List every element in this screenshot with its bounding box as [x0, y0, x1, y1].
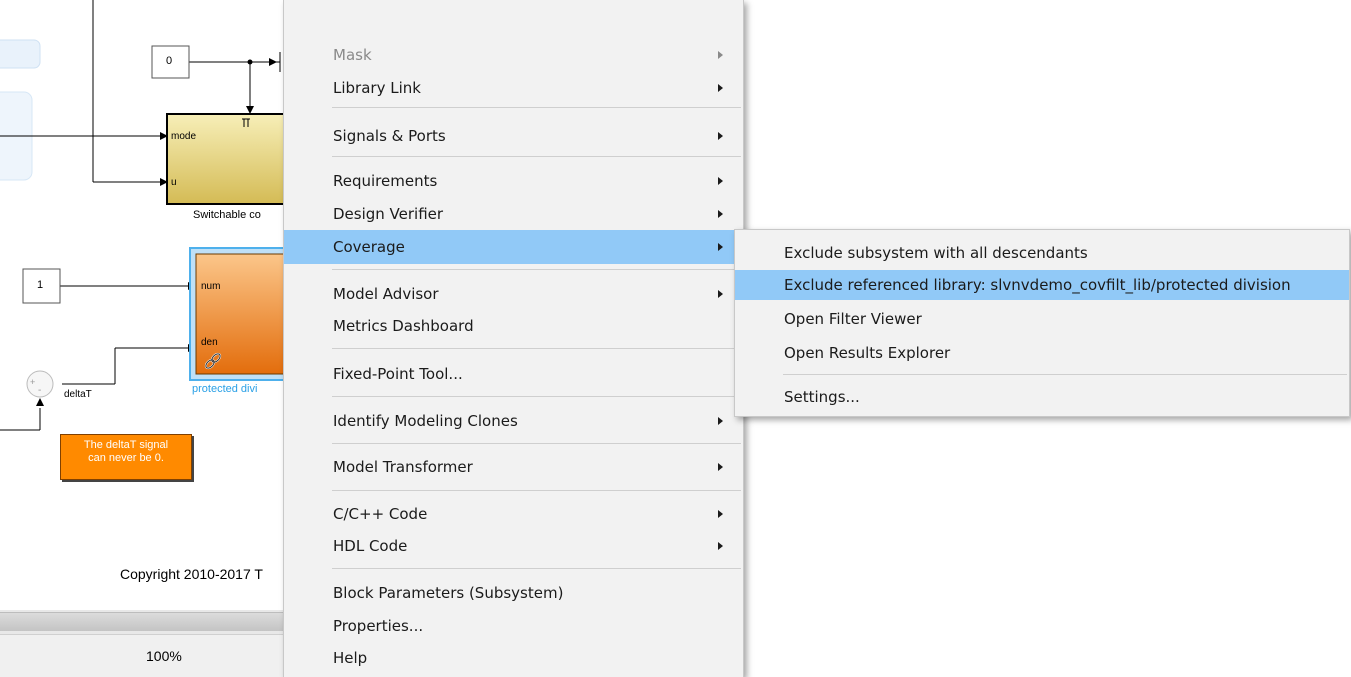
- menu-item-label: Open Filter Viewer: [784, 310, 922, 328]
- menu-item-label: Coverage: [333, 238, 405, 256]
- menu-separator: [332, 396, 741, 397]
- menu-item-label: Exclude subsystem with all descendants: [784, 244, 1088, 262]
- submenu-arrow-icon: [718, 84, 723, 92]
- submenu-arrow-icon: [718, 243, 723, 251]
- submenu-arrow-icon: [718, 542, 723, 550]
- menu-item-label: Mask: [333, 46, 372, 64]
- submenu-item-open-filter-viewer[interactable]: Open Filter Viewer: [735, 304, 1349, 334]
- submenu-arrow-icon: [718, 290, 723, 298]
- submenu-arrow-icon: [718, 463, 723, 471]
- menu-item-help[interactable]: Help: [284, 644, 743, 672]
- switchable-block-name[interactable]: Switchable co: [193, 209, 261, 221]
- menu-separator: [332, 443, 741, 444]
- submenu-arrow-icon: [718, 132, 723, 140]
- menu-item-label: Settings...: [784, 388, 860, 406]
- menu-item-label: Properties...: [333, 617, 424, 635]
- scrollbar-thumb[interactable]: [0, 612, 290, 631]
- port-label-u: u: [171, 177, 177, 188]
- menu-item-label: Model Transformer: [333, 458, 473, 476]
- annotation-line: can never be 0.: [88, 452, 164, 464]
- menu-item-requirements[interactable]: Requirements: [284, 167, 743, 195]
- svg-text:-: -: [38, 385, 41, 396]
- menu-separator: [332, 269, 741, 270]
- menu-item-label: Metrics Dashboard: [333, 317, 474, 335]
- menu-item-label: C/C++ Code: [333, 505, 428, 523]
- submenu-item-exclude-subsystem[interactable]: Exclude subsystem with all descendants: [735, 238, 1349, 268]
- annotation-note[interactable]: The deltaT signal can never be 0.: [60, 434, 192, 480]
- menu-separator: [332, 107, 741, 108]
- menu-item-identify-modeling-clones[interactable]: Identify Modeling Clones: [284, 407, 743, 435]
- port-label-mode: mode: [171, 131, 197, 142]
- submenu-arrow-icon: [718, 51, 723, 59]
- port-label-num: num: [201, 281, 221, 292]
- protected-division-block: [195, 253, 290, 375]
- submenu-item-exclude-referenced-library[interactable]: Exclude referenced library: slvnvdemo_co…: [735, 270, 1349, 300]
- menu-item-mask[interactable]: Mask: [284, 41, 743, 69]
- submenu-arrow-icon: [718, 177, 723, 185]
- menu-item-label: Exclude referenced library: slvnvdemo_co…: [784, 276, 1291, 294]
- annotation-line: The deltaT signal: [83, 439, 169, 451]
- model-canvas[interactable]: + - 0 1 mode u num den Switchable co pro…: [0, 0, 290, 677]
- menu-item-label: Library Link: [333, 79, 421, 97]
- menu-item-signals-ports[interactable]: Signals & Ports: [284, 122, 743, 150]
- menu-item-label: Block Parameters (Subsystem): [333, 584, 564, 602]
- menu-item-design-verifier[interactable]: Design Verifier: [284, 200, 743, 228]
- menu-item-metrics-dashboard[interactable]: Metrics Dashboard: [284, 312, 743, 340]
- status-bar: [0, 634, 290, 677]
- menu-item-model-advisor[interactable]: Model Advisor: [284, 280, 743, 308]
- menu-item-c-cpp-code[interactable]: C/C++ Code: [284, 500, 743, 528]
- coverage-submenu: Exclude subsystem with all descendants E…: [734, 229, 1350, 417]
- submenu-item-open-results-explorer[interactable]: Open Results Explorer: [735, 338, 1349, 368]
- copyright-text: Copyright 2010-2017 T: [120, 566, 263, 582]
- menu-item-coverage[interactable]: Coverage: [284, 230, 743, 264]
- submenu-arrow-icon: [718, 210, 723, 218]
- menu-item-library-link[interactable]: Library Link: [284, 74, 743, 102]
- menu-item-hdl-code[interactable]: HDL Code: [284, 532, 743, 560]
- context-menu: Mask Library Link Signals & Ports Requir…: [283, 0, 744, 677]
- menu-separator: [783, 374, 1347, 375]
- menu-item-label: Model Advisor: [333, 285, 439, 303]
- menu-item-label: Signals & Ports: [333, 127, 446, 145]
- menu-separator: [332, 568, 741, 569]
- menu-item-label: Identify Modeling Clones: [333, 412, 518, 430]
- constant-value: 0: [166, 55, 173, 67]
- switchable-subsystem-block: [166, 113, 290, 205]
- menu-separator: [332, 490, 741, 491]
- menu-item-label: Help: [333, 649, 368, 667]
- menu-item-model-transformer[interactable]: Model Transformer: [284, 453, 743, 481]
- menu-item-fixed-point-tool[interactable]: Fixed-Point Tool...: [284, 360, 743, 388]
- menu-item-block-parameters[interactable]: Block Parameters (Subsystem): [284, 579, 743, 607]
- svg-text:+: +: [30, 377, 35, 387]
- submenu-arrow-icon: [718, 417, 723, 425]
- submenu-item-settings[interactable]: Settings...: [735, 382, 1349, 412]
- menu-item-properties[interactable]: Properties...: [284, 612, 743, 640]
- submenu-arrow-icon: [718, 510, 723, 518]
- menu-item-label: HDL Code: [333, 537, 408, 555]
- menu-item-label: Requirements: [333, 172, 438, 190]
- menu-item-label: Design Verifier: [333, 205, 444, 223]
- menu-item-label: Fixed-Point Tool...: [333, 365, 463, 383]
- port-label-den: den: [201, 337, 218, 348]
- inport-block: [0, 39, 41, 69]
- signal-label-deltat: deltaT: [64, 389, 92, 400]
- menu-separator: [332, 156, 741, 157]
- zoom-level[interactable]: 100%: [146, 648, 182, 664]
- menu-item-label: Open Results Explorer: [784, 344, 951, 362]
- menu-separator: [332, 348, 741, 349]
- protected-block-name[interactable]: protected divi: [192, 383, 257, 395]
- constant-value: 1: [37, 279, 44, 291]
